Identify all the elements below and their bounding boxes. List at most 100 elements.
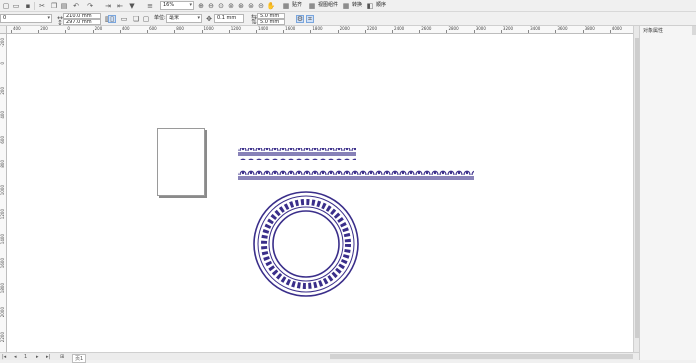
ruler-h-tick <box>228 30 230 33</box>
decorative-artwork[interactable] <box>7 34 633 352</box>
last-page-icon[interactable]: ▸| <box>46 354 50 360</box>
ruler-h-label: 3800 <box>584 26 595 31</box>
ruler-h-label: 3600 <box>557 26 568 31</box>
ruler-v-label: 800 <box>0 160 5 168</box>
ruler-h-label: 1400 <box>257 26 269 31</box>
ruler-h-tick <box>337 30 339 33</box>
distribute-icon[interactable]: ▦ <box>308 2 316 10</box>
ruler-h-tick <box>446 30 448 33</box>
units-select[interactable]: 毫米 <box>166 14 202 23</box>
zoom-all-icon[interactable]: ⊝ <box>257 2 265 10</box>
transform-icon[interactable]: ▦ <box>342 2 350 10</box>
cut-icon[interactable]: ✂ <box>38 2 46 10</box>
ruler-h-tick <box>38 30 40 33</box>
export-icon[interactable]: ⇤ <box>116 2 124 10</box>
zoom-out-icon[interactable]: ⊖ <box>207 2 215 10</box>
zoom-width-icon[interactable]: ⊚ <box>227 2 235 10</box>
align-icon[interactable]: ◧ <box>366 2 374 10</box>
ruler-h-tick <box>119 30 121 33</box>
ruler-h-tick <box>174 30 176 33</box>
page-height-field[interactable]: 297.0 mm <box>63 19 101 25</box>
portrait-icon[interactable]: ▯ <box>108 15 116 23</box>
redo-icon[interactable]: ↷ <box>86 2 94 10</box>
transform-label[interactable]: 转换 <box>352 1 362 10</box>
zoom-selected-icon[interactable]: ⊜ <box>247 2 255 10</box>
ruler-v-label: 600 <box>0 135 5 144</box>
drawing-canvas[interactable] <box>7 34 633 352</box>
next-page-icon[interactable]: ▸ <box>36 354 39 360</box>
page-counter-icon: 1 <box>24 354 28 360</box>
save-icon[interactable]: ▪ <box>24 2 32 10</box>
snap-label[interactable]: 贴齐 <box>292 1 302 10</box>
distribute-label[interactable]: 视图组件 <box>318 1 338 10</box>
ruler-h-tick <box>364 30 366 33</box>
ruler-h-label: 1200 <box>230 26 241 31</box>
ruler-h-label: 2600 <box>421 26 432 31</box>
vertical-ruler[interactable]: -200 0 200 400 600 800 1000 1200 1400 1600 1800 200… <box>0 34 7 352</box>
zoom-height-icon[interactable]: ⊛ <box>237 2 245 10</box>
ruler-v-label: 1200 <box>0 209 5 220</box>
page-preset-select[interactable]: 0 <box>0 14 52 23</box>
options-icon[interactable]: ⚙ <box>296 15 304 23</box>
add-page-icon[interactable]: ⊞ <box>60 354 64 360</box>
ruler-h-label: 3400 <box>530 26 541 31</box>
copy-icon[interactable]: ❐ <box>50 2 58 10</box>
units-value: 毫米 <box>169 15 180 21</box>
ruler-v-label: 2000 <box>0 307 5 318</box>
app-launcher-icon[interactable]: ≡ <box>146 2 154 10</box>
current-page-icon[interactable]: ▢ <box>142 15 150 23</box>
ruler-v-label: 1000 <box>0 184 5 195</box>
undo-icon[interactable]: ↶ <box>72 2 80 10</box>
circular-border <box>253 191 359 297</box>
ruler-h-tick <box>201 30 203 33</box>
object-properties-docker: 对象属性 <box>639 26 696 360</box>
paste-icon[interactable]: ▤ <box>60 2 68 10</box>
ruler-h-label: 2200 <box>366 26 377 31</box>
ruler-h-label: 3000 <box>475 26 486 31</box>
docker-title: 对象属性 <box>643 28 664 34</box>
ruler-v-label: 1600 <box>0 258 5 269</box>
ruler-h-tick <box>92 30 94 33</box>
zoom-level-select[interactable]: 16% <box>160 1 194 10</box>
ruler-v-label: 1400 <box>0 233 5 244</box>
zoom-page-icon[interactable]: ⊙ <box>217 2 225 10</box>
zoom-level-value: 16% <box>163 2 175 8</box>
ruler-h-tick <box>473 30 475 33</box>
nudge-distance-value: 0.1 mm <box>217 15 237 21</box>
landscape-icon[interactable]: ▭ <box>120 15 128 23</box>
publish-icon[interactable]: ▼ <box>128 2 136 10</box>
page-tab[interactable]: 页1 <box>72 354 87 363</box>
ruler-corner[interactable] <box>0 26 7 34</box>
new-icon[interactable]: ▢ <box>2 2 10 10</box>
snap-toggle-icon[interactable]: ⌗ <box>306 15 314 23</box>
border-strip-long <box>238 170 474 182</box>
ruler-h-tick <box>582 30 584 33</box>
nudge-distance-field[interactable]: 0.1 mm <box>214 14 244 23</box>
ruler-h-tick <box>500 30 502 33</box>
horizontal-ruler[interactable]: 400 200 0 200 400 600 800 1000 1200 1400 1600 1800 2… <box>7 26 633 34</box>
import-icon[interactable]: ⇥ <box>104 2 112 10</box>
ruler-h-label: 2000 <box>339 26 350 31</box>
pan-icon[interactable]: ✋ <box>267 2 276 10</box>
ruler-h-label: 2800 <box>448 26 459 31</box>
ruler-v-label: 400 <box>0 111 5 120</box>
duplicate-y-field[interactable]: 5.0 mm <box>257 19 285 25</box>
align-label[interactable]: 顺序 <box>376 1 386 10</box>
ruler-v-label: 1800 <box>0 282 5 293</box>
ruler-h-label: 3200 <box>502 26 514 31</box>
first-page-icon[interactable]: |◂ <box>2 354 6 360</box>
horizontal-scrollbar-thumb[interactable] <box>330 354 633 359</box>
standard-toolbar: ▢ ▭ ▪ ✂ ❐ ▤ ↶ ↷ ⇥ ⇤ ▼ ≡ 16% ⊕ ⊖ ⊙ ⊚ ⊛ ⊜ … <box>0 0 696 12</box>
all-pages-icon[interactable]: ❏ <box>132 15 140 23</box>
ruler-h-label: 800 <box>176 26 184 31</box>
page-preset-value: 0 <box>3 15 7 21</box>
snap-icon[interactable]: ▦ <box>282 2 290 10</box>
zoom-in-icon[interactable]: ⊕ <box>197 2 205 10</box>
property-bar: 0 ↔ 210.0 mm ↕ 297.0 mm ▥ ▯ ▭ ❏ ▢ 单位: 毫米… <box>0 12 696 27</box>
ruler-h-label: 2400 <box>394 26 405 31</box>
ruler-h-tick <box>283 30 285 33</box>
ruler-h-label: 1600 <box>285 26 296 31</box>
prev-page-icon[interactable]: ◂ <box>14 354 17 360</box>
docker-collapse-tab[interactable] <box>692 26 696 35</box>
open-icon[interactable]: ▭ <box>12 2 20 10</box>
